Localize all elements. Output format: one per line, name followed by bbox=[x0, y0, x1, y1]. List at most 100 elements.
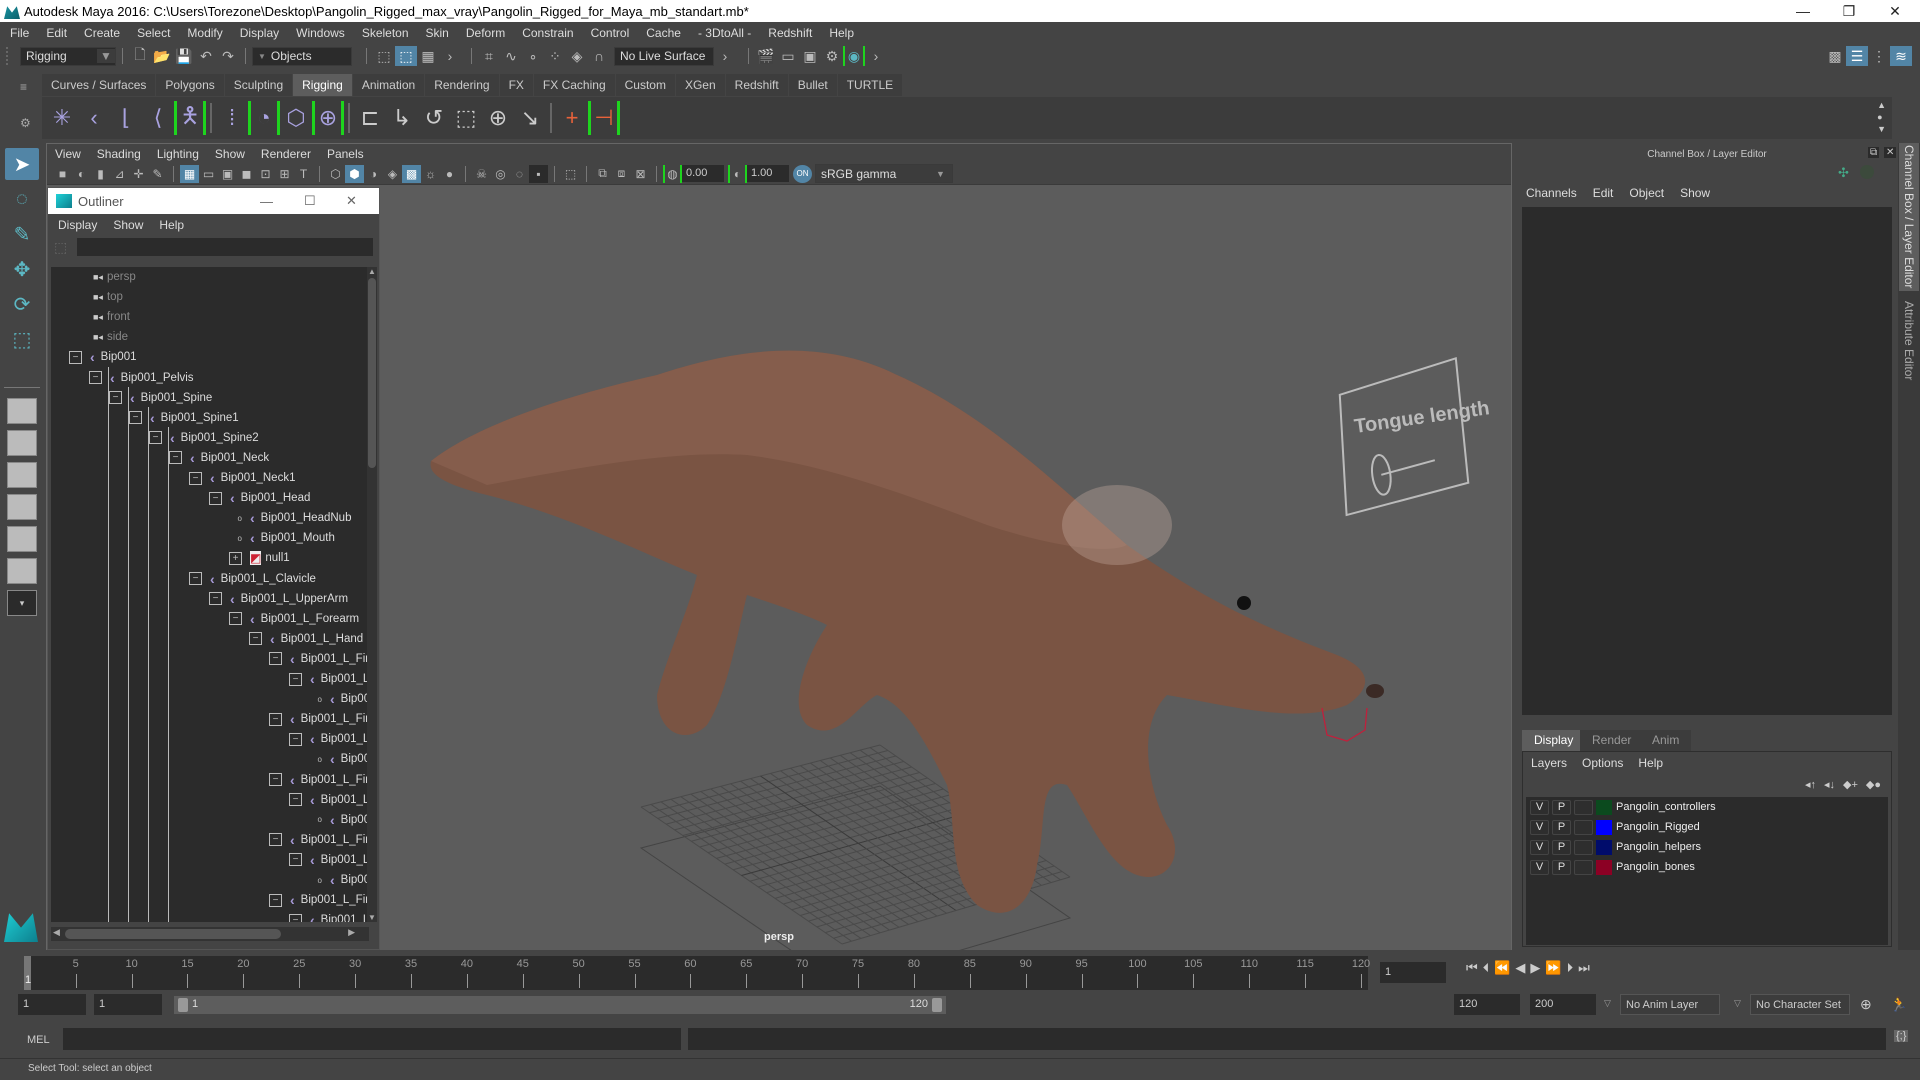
layer-color-swatch[interactable] bbox=[1596, 819, 1612, 835]
ik-handle-icon[interactable]: ‹ bbox=[78, 101, 110, 135]
channel-box[interactable] bbox=[1522, 207, 1892, 715]
shadows-icon[interactable]: ● bbox=[440, 165, 459, 183]
screen-space-ao-icon[interactable]: ☠ bbox=[472, 165, 491, 183]
outliner-item[interactable]: − ‹ Bip001_L_Forearm bbox=[229, 609, 359, 629]
ipr-render-icon[interactable]: ▣ bbox=[799, 46, 821, 66]
start-time-field[interactable]: 1 bbox=[18, 994, 86, 1015]
collapse-icon[interactable]: − bbox=[149, 431, 162, 445]
collapse-icon[interactable]: − bbox=[249, 632, 262, 646]
outliner-titlebar[interactable]: Outliner — ☐ ✕ bbox=[48, 188, 379, 214]
menu-create[interactable]: Create bbox=[84, 26, 120, 40]
menu-windows[interactable]: Windows bbox=[296, 26, 345, 40]
ik-spline-icon[interactable]: ⌊ bbox=[110, 101, 142, 135]
pangolin-model[interactable] bbox=[430, 350, 1384, 913]
close-button[interactable]: ✕ bbox=[1872, 0, 1918, 22]
outliner-item[interactable]: o ‹ Bip001_L_Finger0Nub bbox=[309, 689, 369, 709]
collapse-icon[interactable]: − bbox=[89, 371, 102, 384]
shelf-tab-redshift[interactable]: Redshift bbox=[725, 74, 788, 96]
collapse-icon[interactable]: − bbox=[209, 491, 222, 505]
channel-box-icon[interactable]: ≋ bbox=[1890, 46, 1912, 66]
collapse-icon[interactable]: − bbox=[109, 391, 122, 405]
locator-icon[interactable]: + bbox=[556, 101, 588, 135]
scroll-down-icon[interactable]: ▼ bbox=[367, 913, 377, 922]
menu-display[interactable]: Display bbox=[240, 26, 279, 40]
menuset-dropdown[interactable]: Rigging ▼ bbox=[20, 46, 116, 66]
outliner-item[interactable]: o ‹ Bip001_L_Finger1Nub bbox=[309, 749, 369, 769]
live-surface-field[interactable]: No Live Surface bbox=[614, 46, 714, 66]
playback-toggle[interactable]: P bbox=[1552, 799, 1571, 815]
range-slider[interactable]: 1 120 bbox=[174, 996, 946, 1014]
paint-select-tool-icon[interactable]: ✎ bbox=[5, 218, 39, 250]
collapse-icon[interactable]: − bbox=[209, 592, 222, 606]
step-back-key-icon[interactable]: ⏪ bbox=[1494, 960, 1510, 976]
display-type-toggle[interactable] bbox=[1574, 839, 1593, 855]
select-hierarchy-icon[interactable]: ⬚ bbox=[373, 46, 395, 66]
viewport-menu-view[interactable]: View bbox=[55, 147, 81, 161]
outliner-item[interactable]: −‹ Bip001_L_Finger0 bbox=[269, 649, 369, 669]
smooth-shade-icon[interactable]: ⬢ bbox=[345, 164, 364, 183]
collapse-arrow-icon[interactable]: › bbox=[439, 46, 461, 66]
render-frame-icon[interactable]: ▭ bbox=[777, 46, 799, 66]
range-end-handle[interactable] bbox=[932, 998, 942, 1012]
menu-redshift[interactable]: Redshift bbox=[768, 26, 812, 40]
chevron-down-icon[interactable]: ▽ bbox=[1604, 998, 1611, 1009]
colorspace-dropdown[interactable]: sRGB gamma ▼ bbox=[815, 164, 953, 183]
shelf-scroll-icon[interactable]: ▲ ● ▼ bbox=[1877, 99, 1886, 135]
display-type-toggle[interactable] bbox=[1574, 819, 1593, 835]
collapse-icon[interactable]: − bbox=[289, 732, 302, 746]
viewport-menu-panels[interactable]: Panels bbox=[327, 147, 364, 161]
playback-toggle[interactable]: P bbox=[1552, 819, 1571, 835]
outliner-item[interactable]: −‹ Bip001_L_Finger3 bbox=[269, 830, 369, 850]
channelbox-menu-channels[interactable]: Channels bbox=[1526, 186, 1577, 200]
auto-key-icon[interactable]: ⊕ bbox=[1860, 996, 1872, 1013]
manipulator-icon[interactable]: ✣ bbox=[1838, 165, 1849, 181]
channelbox-menu-show[interactable]: Show bbox=[1680, 186, 1710, 200]
layer-color-swatch[interactable] bbox=[1596, 839, 1612, 855]
select-component-icon[interactable]: ▦ bbox=[417, 46, 439, 66]
outliner-maximize-button[interactable]: ☐ bbox=[304, 193, 316, 209]
move-tool-icon[interactable]: ✥ bbox=[5, 253, 39, 285]
default-material-icon[interactable]: ◑ bbox=[364, 165, 383, 183]
menu-deform[interactable]: Deform bbox=[466, 26, 505, 40]
menu-constrain[interactable]: Constrain bbox=[522, 26, 573, 40]
collapse-icon[interactable]: − bbox=[269, 652, 282, 666]
shelf-tab-rendering[interactable]: Rendering bbox=[425, 74, 499, 96]
hypershade-persp-layout-icon[interactable] bbox=[7, 526, 37, 552]
color-management-toggle[interactable]: ON bbox=[793, 164, 812, 183]
playback-end-field[interactable]: 120 bbox=[1454, 994, 1520, 1015]
make-live-icon[interactable]: ∩ bbox=[588, 46, 610, 66]
shelf-tab-rigging[interactable]: Rigging bbox=[293, 74, 352, 96]
layout-menu-icon[interactable]: ▾ bbox=[7, 590, 37, 616]
orient-constraint-icon[interactable]: ↺ bbox=[418, 101, 450, 135]
outliner-horizontal-scrollbar[interactable]: ◀ ▶ bbox=[51, 927, 369, 941]
layer-tab-anim[interactable]: Anim bbox=[1640, 730, 1692, 751]
lattice-icon[interactable]: ⬡ bbox=[280, 101, 312, 135]
shelf-tab-polygons[interactable]: Polygons bbox=[156, 74, 224, 96]
menu-select[interactable]: Select bbox=[137, 26, 170, 40]
scroll-thumb[interactable] bbox=[65, 929, 281, 939]
collapse-icon[interactable]: − bbox=[129, 411, 142, 425]
collapse-arrow-icon[interactable]: › bbox=[714, 46, 736, 66]
shelf-menu-icon[interactable]: ≡ bbox=[20, 80, 27, 94]
cluster-icon[interactable]: ⊕ bbox=[312, 101, 344, 135]
tongue-length-control[interactable]: Tongue length bbox=[1327, 355, 1501, 517]
outliner-menu-display[interactable]: Display bbox=[58, 218, 97, 232]
minimize-button[interactable]: — bbox=[1780, 0, 1826, 22]
exposure-icon[interactable]: ◍ bbox=[663, 164, 682, 183]
outliner-item[interactable]: − ‹ Bip001_Spine1 bbox=[129, 408, 239, 428]
joint-tool-icon[interactable]: ✳ bbox=[46, 101, 78, 135]
anim-layer-dropdown[interactable]: No Anim Layer bbox=[1620, 994, 1720, 1015]
layer-tab-display[interactable]: Display bbox=[1522, 730, 1586, 751]
layer-menu-layers[interactable]: Layers bbox=[1531, 756, 1567, 770]
motion-blur-icon[interactable]: ◎ bbox=[491, 165, 510, 183]
outliner-item[interactable]: −‹ Bip001_L_Finger2 bbox=[269, 770, 369, 790]
menu-skin[interactable]: Skin bbox=[426, 26, 449, 40]
insert-joint-icon[interactable]: ⟨ bbox=[142, 101, 174, 135]
outliner-item[interactable]: −‹ Bip001_L_Finger21 bbox=[289, 790, 369, 810]
collapse-arrow-icon[interactable]: › bbox=[865, 46, 887, 66]
expand-icon[interactable]: + bbox=[229, 551, 242, 565]
gamma-icon[interactable]: ◐ bbox=[728, 164, 747, 183]
move-layer-up-icon[interactable]: ◂↑ bbox=[1805, 778, 1816, 791]
menu-help[interactable]: Help bbox=[829, 26, 854, 40]
viewport-menu-shading[interactable]: Shading bbox=[97, 147, 141, 161]
